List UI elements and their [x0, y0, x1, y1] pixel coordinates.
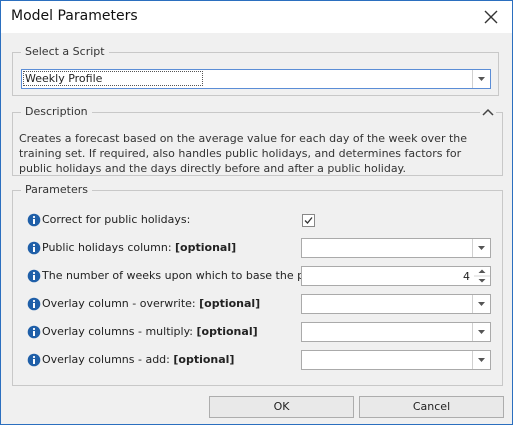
chevron-down-icon[interactable]	[472, 323, 490, 341]
script-select-value: Weekly Profile	[22, 71, 204, 86]
chevron-down-icon[interactable]	[472, 70, 490, 88]
param-row-overlay-overwrite: Overlay column - overwrite: [optional]	[15, 294, 491, 314]
param-label: Correct for public holidays:	[42, 213, 191, 226]
param-label: The number of weeks upon which to base t…	[42, 269, 336, 282]
script-select[interactable]: Weekly Profile	[21, 69, 491, 89]
title-bar: Model Parameters	[1, 1, 512, 33]
chevron-down-icon[interactable]	[472, 239, 490, 257]
info-icon	[27, 241, 41, 255]
select-script-group: Select a Script Weekly Profile	[12, 45, 499, 96]
select-script-label: Select a Script	[21, 45, 109, 58]
dialog-title: Model Parameters	[11, 8, 138, 24]
description-group: Description Creates a forecast based on …	[12, 105, 503, 176]
cancel-button[interactable]: Cancel	[359, 396, 504, 418]
info-icon	[27, 269, 41, 283]
close-icon[interactable]	[480, 6, 502, 28]
overlay-multiply-select[interactable]	[301, 322, 491, 342]
parameters-label: Parameters	[21, 183, 92, 196]
param-row-correct-holidays: Correct for public holidays:	[15, 210, 485, 230]
public-holidays-column-select[interactable]	[301, 238, 491, 258]
param-row-overlay-multiply: Overlay columns - multiply: [optional]	[15, 322, 491, 342]
weeks-spinner[interactable]: 4	[301, 266, 491, 286]
info-icon	[27, 353, 41, 367]
param-label: Public holidays column: [optional]	[42, 241, 237, 254]
param-label: Overlay columns - multiply: [optional]	[42, 325, 258, 338]
overlay-overwrite-select[interactable]	[301, 294, 491, 314]
param-row-overlay-add: Overlay columns - add: [optional]	[15, 350, 491, 370]
checkmark-icon	[304, 217, 313, 224]
chevron-up-icon[interactable]	[480, 106, 496, 116]
description-label: Description	[21, 105, 92, 118]
spinner-buttons[interactable]	[474, 267, 490, 285]
weeks-value: 4	[463, 270, 470, 283]
ok-button[interactable]: OK	[209, 396, 354, 418]
model-parameters-dialog: Model Parameters Select a Script Weekly …	[0, 0, 513, 425]
param-label: Overlay column - overwrite: [optional]	[42, 297, 261, 310]
info-icon	[27, 213, 41, 227]
chevron-down-icon[interactable]	[472, 295, 490, 313]
param-label: Overlay columns - add: [optional]	[42, 353, 235, 366]
info-icon	[27, 325, 41, 339]
param-row-number-of-weeks: The number of weeks upon which to base t…	[15, 266, 491, 286]
overlay-add-select[interactable]	[301, 350, 491, 370]
correct-holidays-checkbox[interactable]	[302, 214, 315, 227]
chevron-down-icon[interactable]	[472, 351, 490, 369]
description-text: Creates a forecast based on the average …	[19, 132, 468, 175]
info-icon	[27, 297, 41, 311]
param-row-public-holidays-column: Public holidays column: [optional]	[15, 238, 491, 258]
